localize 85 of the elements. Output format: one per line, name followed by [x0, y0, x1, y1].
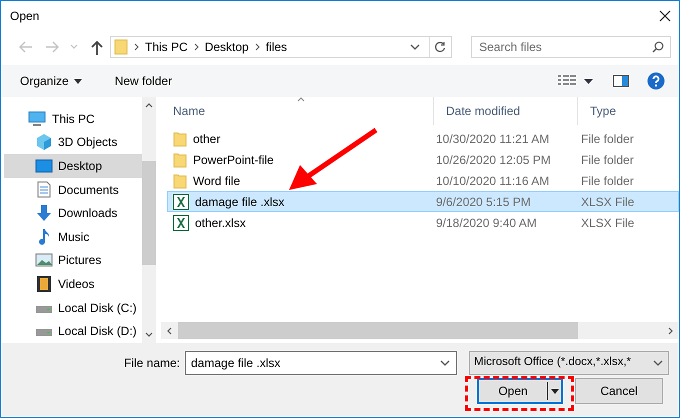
caret-icon[interactable]: [584, 78, 593, 84]
horizontal-scrollbar[interactable]: [161, 322, 679, 339]
search-field[interactable]: Search files: [471, 36, 671, 58]
organize-button[interactable]: Organize: [11, 69, 91, 93]
breadcrumb-item[interactable]: This PC: [145, 38, 188, 56]
scroll-up-icon[interactable]: [145, 103, 153, 108]
file-type: File folder: [580, 130, 634, 148]
sidebar-item[interactable]: Pictures: [4, 248, 142, 272]
file-type: XLSX File: [580, 194, 634, 210]
scroll-thumb[interactable]: [178, 322, 578, 339]
date-modified: 10/26/2020 12:05 PM: [435, 152, 552, 168]
folder-icon: [173, 152, 187, 168]
scroll-right-icon[interactable]: [668, 326, 673, 334]
file-row[interactable]: damage file .xlsx 9/6/2020 5:15 PM XLSX File: [167, 191, 679, 212]
sidebar-item[interactable]: 3D Objects: [4, 130, 142, 154]
date-modified: 10/10/2020 11:16 AM: [435, 172, 550, 190]
date-modified: 10/30/2020 11:21 AM: [435, 130, 550, 148]
file-row[interactable]: Word file 10/10/2020 11:16 AM File folder: [167, 170, 679, 191]
file-type: XLSX File: [580, 214, 634, 232]
folder-icon: [173, 172, 187, 188]
download-icon: [36, 204, 52, 222]
caret-icon: [74, 78, 82, 84]
file-row[interactable]: PowerPoint-file 10/26/2020 12:05 PM File folder: [167, 149, 679, 170]
sort-up-icon: [297, 97, 305, 102]
date-modified: 9/18/2020 9:40 AM: [435, 214, 538, 232]
breadcrumb-item[interactable]: Desktop: [204, 38, 249, 56]
file-name: PowerPoint-file: [193, 152, 274, 168]
file-name: damage file .xlsx: [195, 194, 284, 210]
folder-icon: [114, 39, 128, 55]
music-note-icon: [37, 228, 51, 246]
sidebar-item[interactable]: This PC: [4, 107, 139, 131]
spreadsheet-icon: [173, 194, 189, 210]
column-header[interactable]: Name: [161, 97, 434, 125]
preview-pane-icon[interactable]: [613, 75, 629, 87]
file-type: File folder: [580, 152, 634, 168]
file-name-label: File name:: [122, 355, 181, 372]
help-icon[interactable]: [647, 72, 665, 90]
document-icon: [37, 181, 51, 198]
file-type: File folder: [580, 172, 634, 190]
column-header[interactable]: Type: [578, 97, 676, 125]
refresh-icon[interactable]: [434, 41, 446, 53]
folder-icon: [173, 130, 187, 146]
sidebar-item[interactable]: Music: [4, 224, 142, 249]
caret-icon: [550, 388, 558, 394]
file-row[interactable]: other 10/30/2020 11:21 AM File folder: [167, 128, 679, 149]
file-name: other: [193, 130, 220, 148]
file-name: other.xlsx: [195, 214, 246, 232]
spreadsheet-icon: [173, 214, 189, 230]
file-name: Word file: [193, 172, 240, 190]
sidebar-item[interactable]: Downloads: [4, 201, 142, 225]
date-modified: 9/6/2020 5:15 PM: [435, 194, 532, 210]
new-folder-button[interactable]: New folder: [106, 69, 180, 93]
desktop-icon: [35, 158, 53, 173]
scroll-thumb[interactable]: [142, 161, 156, 265]
close-icon[interactable]: [659, 10, 671, 22]
breadcrumb-chevron-icon: [254, 43, 260, 51]
picture-icon: [35, 253, 53, 268]
open-button[interactable]: Open: [477, 378, 563, 404]
sidebar-item[interactable]: Local Disk (C:): [4, 296, 142, 320]
file-row[interactable]: other.xlsx 9/18/2020 9:40 AM XLSX File: [167, 212, 679, 233]
scroll-left-icon[interactable]: [167, 326, 172, 334]
scroll-down-icon[interactable]: [145, 332, 153, 337]
up-arrow-icon[interactable]: [91, 40, 104, 54]
view-list-icon[interactable]: [558, 75, 576, 87]
sidebar-item[interactable]: Documents: [4, 178, 142, 202]
breadcrumb-chevron-icon: [134, 43, 139, 51]
sidebar-item[interactable]: Desktop: [4, 154, 142, 178]
address-bar[interactable]: This PC Desktop files: [110, 36, 452, 58]
file-type-dropdown[interactable]: Microsoft Office (*.docx,*.xlsx,*: [469, 351, 669, 375]
vertical-scrollbar[interactable]: [142, 97, 156, 343]
file-name-field[interactable]: damage file .xlsx: [185, 351, 457, 375]
monitor-icon: [28, 110, 46, 127]
search-icon: [652, 41, 664, 53]
chevron-down-icon: [440, 360, 450, 366]
film-icon: [36, 274, 52, 293]
window-title: Open: [10, 8, 40, 25]
sidebar-item[interactable]: Local Disk (D:): [4, 319, 142, 343]
column-header[interactable]: Date modified: [434, 97, 578, 125]
breadcrumb-item[interactable]: files: [266, 38, 288, 56]
sidebar-item[interactable]: Videos: [4, 272, 142, 296]
chevron-down-icon: [653, 360, 663, 366]
cancel-button[interactable]: Cancel: [575, 378, 663, 404]
breadcrumb-chevron-icon: [194, 43, 199, 51]
chevron-down-icon: [410, 44, 420, 50]
cube-icon: [35, 133, 53, 152]
